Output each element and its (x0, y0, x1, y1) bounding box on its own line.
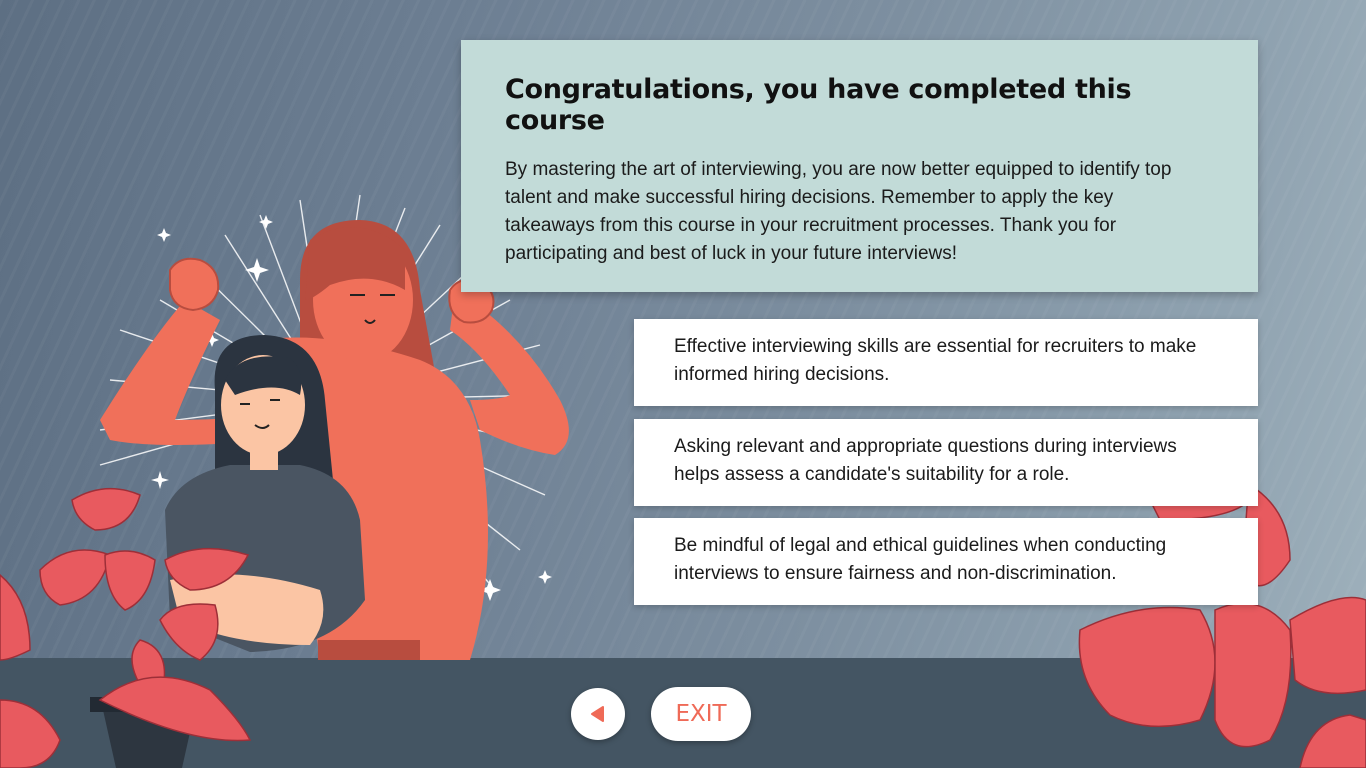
completion-title: Congratulations, you have completed this… (505, 74, 1132, 136)
takeaway-text: Asking relevant and appropriate question… (674, 436, 1177, 485)
takeaway-text: Effective interviewing skills are essent… (674, 336, 1197, 385)
exit-button[interactable]: EXIT (651, 687, 751, 741)
takeaway-card: Effective interviewing skills are essent… (634, 319, 1258, 406)
takeaway-text: Be mindful of legal and ethical guidelin… (674, 535, 1167, 584)
takeaway-card: Asking relevant and appropriate question… (634, 419, 1258, 506)
triangle-left-icon (591, 706, 604, 722)
completion-summary-card: Congratulations, you have completed this… (461, 40, 1258, 292)
back-button[interactable] (571, 688, 625, 740)
takeaway-card: Be mindful of legal and ethical guidelin… (634, 518, 1258, 605)
completion-message: By mastering the art of interviewing, yo… (505, 159, 1172, 264)
